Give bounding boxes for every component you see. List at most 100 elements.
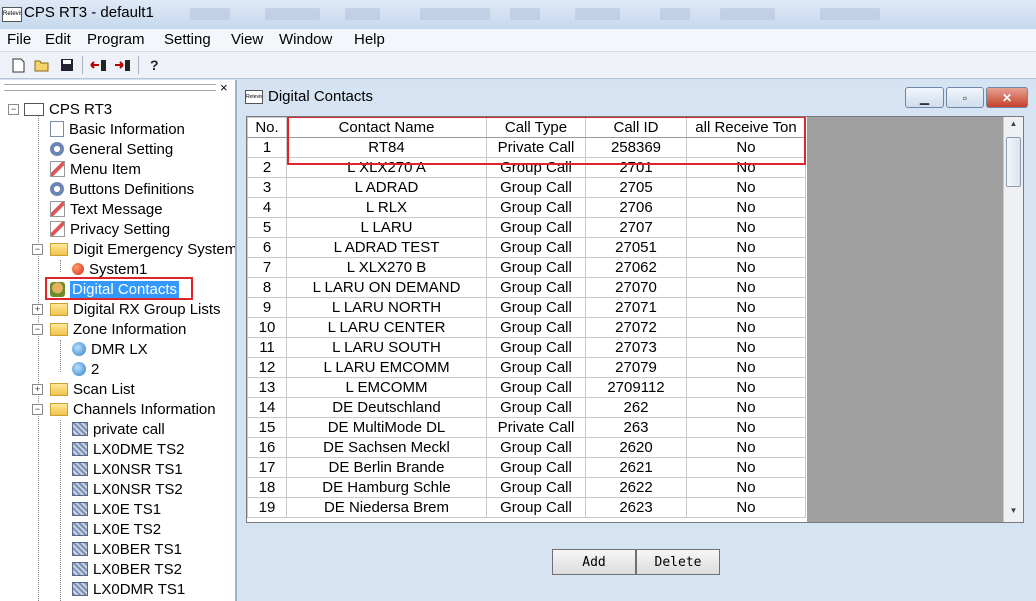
cell-call-id[interactable]: 27072 bbox=[585, 317, 687, 338]
vertical-scrollbar[interactable]: ▲ ▼ bbox=[1003, 117, 1023, 522]
cell-receive-tone[interactable]: No bbox=[686, 277, 806, 298]
table-row[interactable]: 6L ADRAD TEST Group Call 27051 No bbox=[247, 237, 806, 258]
cell-call-type[interactable]: Group Call bbox=[486, 317, 586, 338]
cell-no[interactable]: 4 bbox=[247, 197, 287, 218]
cell-call-id[interactable]: 27051 bbox=[585, 237, 687, 258]
cell-call-id[interactable]: 27073 bbox=[585, 337, 687, 358]
menu-edit[interactable]: Edit bbox=[45, 31, 71, 48]
cell-contact-name[interactable]: L LARU NORTH bbox=[286, 297, 487, 318]
cell-contact-name[interactable]: L LARU bbox=[286, 217, 487, 238]
cell-no[interactable]: 9 bbox=[247, 297, 287, 318]
cell-contact-name[interactable]: L LARU ON DEMAND bbox=[286, 277, 487, 298]
table-row[interactable]: 9L LARU NORTH Group Call 27071 No bbox=[247, 297, 806, 318]
table-row[interactable]: 8L LARU ON DEMAND Group Call 27070 No bbox=[247, 277, 806, 298]
table-row[interactable]: 14 DE Deutschland Group Call 262 No bbox=[247, 397, 806, 418]
cell-contact-name[interactable]: L LARU EMCOMM bbox=[286, 357, 487, 378]
tree-item-channel[interactable]: LX0NSR TS2 bbox=[72, 479, 183, 499]
cell-receive-tone[interactable]: No bbox=[686, 477, 806, 498]
cell-call-type[interactable]: Group Call bbox=[486, 217, 586, 238]
cell-call-type[interactable]: Group Call bbox=[486, 297, 586, 318]
tree-item-zone-2[interactable]: 2 bbox=[72, 359, 99, 379]
tree-item-channel[interactable]: LX0E TS1 bbox=[72, 499, 161, 519]
cell-call-id[interactable]: 27062 bbox=[585, 257, 687, 278]
tree-root[interactable]: CPS RT3 bbox=[24, 99, 112, 119]
cell-contact-name[interactable]: DE Deutschland bbox=[286, 397, 487, 418]
table-row[interactable]: 17 DE Berlin Brande Group Call 2621 No bbox=[247, 457, 806, 478]
cell-contact-name[interactable]: L LARU CENTER bbox=[286, 317, 487, 338]
cell-no[interactable]: 11 bbox=[247, 337, 287, 358]
cell-no[interactable]: 6 bbox=[247, 237, 287, 258]
cell-call-type[interactable]: Group Call bbox=[486, 177, 586, 198]
add-button[interactable]: Add bbox=[552, 549, 636, 575]
save-file-button[interactable] bbox=[57, 55, 77, 75]
cell-call-id[interactable]: 27070 bbox=[585, 277, 687, 298]
cell-call-id[interactable]: 2622 bbox=[585, 477, 687, 498]
cell-receive-tone[interactable]: No bbox=[686, 297, 806, 318]
read-from-radio-button[interactable] bbox=[89, 55, 109, 75]
menu-file[interactable]: File bbox=[7, 31, 31, 48]
table-row[interactable]: 3L ADRAD Group Call 2705 No bbox=[247, 177, 806, 198]
cell-receive-tone[interactable]: No bbox=[686, 257, 806, 278]
menu-help[interactable]: Help bbox=[354, 31, 385, 48]
cell-no[interactable]: 13 bbox=[247, 377, 287, 398]
tree-item-channels-information[interactable]: Channels Information bbox=[50, 399, 216, 419]
tree-item-text-message[interactable]: Text Message bbox=[50, 199, 163, 219]
column-header-no[interactable]: No. bbox=[247, 117, 287, 138]
tree-item-scan-list[interactable]: Scan List bbox=[50, 379, 135, 399]
cell-call-id[interactable]: 2705 bbox=[585, 177, 687, 198]
tree-item-general-setting[interactable]: General Setting bbox=[50, 139, 173, 159]
cell-no[interactable]: 16 bbox=[247, 437, 287, 458]
cell-no[interactable]: 17 bbox=[247, 457, 287, 478]
menu-program[interactable]: Program bbox=[87, 31, 145, 48]
cell-call-id[interactable]: 2623 bbox=[585, 497, 687, 518]
cell-receive-tone[interactable]: No bbox=[686, 457, 806, 478]
restore-button[interactable]: ▫ bbox=[946, 87, 984, 108]
cell-contact-name[interactable]: DE Niedersa Brem bbox=[286, 497, 487, 518]
cell-contact-name[interactable]: L ADRAD TEST bbox=[286, 237, 487, 258]
cell-no[interactable]: 5 bbox=[247, 217, 287, 238]
cell-receive-tone[interactable]: No bbox=[686, 317, 806, 338]
table-row[interactable]: 16 DE Sachsen Meckl Group Call 2620 No bbox=[247, 437, 806, 458]
cell-no[interactable]: 12 bbox=[247, 357, 287, 378]
cell-no[interactable]: 7 bbox=[247, 257, 287, 278]
tree-item-privacy-setting[interactable]: Privacy Setting bbox=[50, 219, 170, 239]
table-row[interactable]: 12 L LARU EMCOMM Group Call 27079 No bbox=[247, 357, 806, 378]
cell-no[interactable]: 19 bbox=[247, 497, 287, 518]
cell-contact-name[interactable]: L LARU SOUTH bbox=[286, 337, 487, 358]
cell-call-type[interactable]: Private Call bbox=[486, 417, 586, 438]
cell-no[interactable]: 15 bbox=[247, 417, 287, 438]
table-row[interactable]: 10 L LARU CENTER Group Call 27072 No bbox=[247, 317, 806, 338]
close-icon[interactable]: × bbox=[220, 80, 228, 95]
table-row[interactable]: 15 DE MultiMode DL Private Call 263 No bbox=[247, 417, 806, 438]
tree-item-channel[interactable]: private call bbox=[72, 419, 165, 439]
expand-toggle[interactable]: + bbox=[32, 384, 43, 395]
cell-receive-tone[interactable]: No bbox=[686, 437, 806, 458]
cell-no[interactable]: 3 bbox=[247, 177, 287, 198]
cell-call-type[interactable]: Group Call bbox=[486, 437, 586, 458]
table-row[interactable]: 13 L EMCOMM Group Call 2709112 No bbox=[247, 377, 806, 398]
tree-item-digit-emergency-system[interactable]: Digit Emergency System bbox=[50, 239, 235, 259]
cell-no[interactable]: 1 bbox=[247, 137, 287, 158]
cell-receive-tone[interactable]: No bbox=[686, 377, 806, 398]
cell-no[interactable]: 8 bbox=[247, 277, 287, 298]
cell-call-type[interactable]: Group Call bbox=[486, 477, 586, 498]
scroll-thumb[interactable] bbox=[1006, 137, 1021, 187]
cell-receive-tone[interactable]: No bbox=[686, 237, 806, 258]
cell-call-type[interactable]: Group Call bbox=[486, 197, 586, 218]
tree-item-channel[interactable]: LX0DMR TS1 bbox=[72, 579, 185, 599]
cell-call-type[interactable]: Group Call bbox=[486, 337, 586, 358]
cell-no[interactable]: 10 bbox=[247, 317, 287, 338]
new-file-button[interactable] bbox=[8, 55, 28, 75]
cell-call-id[interactable]: 2709112 bbox=[585, 377, 687, 398]
expand-toggle[interactable]: + bbox=[32, 304, 43, 315]
cell-call-id[interactable]: 2621 bbox=[585, 457, 687, 478]
menu-view[interactable]: View bbox=[231, 31, 263, 48]
tree-item-channel[interactable]: LX0BER TS1 bbox=[72, 539, 182, 559]
cell-receive-tone[interactable]: No bbox=[686, 217, 806, 238]
cell-contact-name[interactable]: L RLX bbox=[286, 197, 487, 218]
collapse-toggle[interactable]: − bbox=[32, 324, 43, 335]
cell-call-type[interactable]: Group Call bbox=[486, 237, 586, 258]
cell-receive-tone[interactable]: No bbox=[686, 357, 806, 378]
scroll-down-icon[interactable]: ▼ bbox=[1006, 506, 1021, 519]
open-file-button[interactable] bbox=[32, 55, 52, 75]
